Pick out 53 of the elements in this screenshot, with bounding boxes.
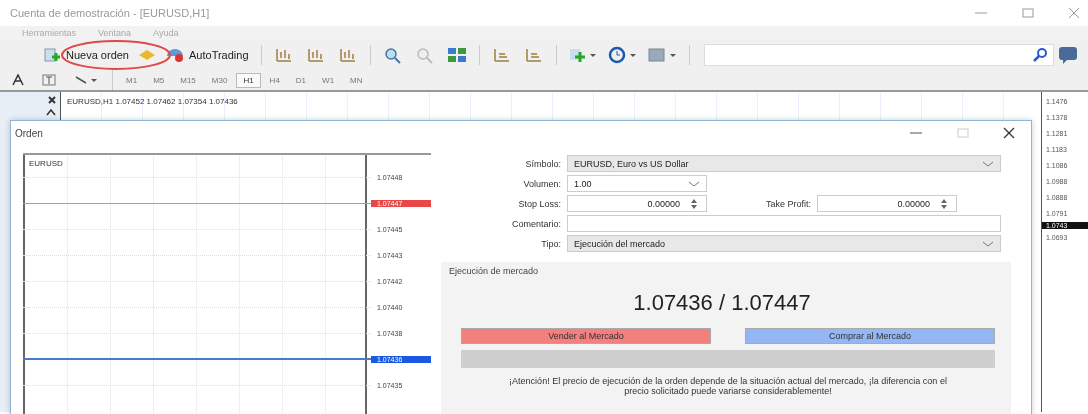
- search-field[interactable]: [703, 44, 1054, 66]
- timeframe-tab[interactable]: W1: [315, 72, 342, 88]
- tile-icon[interactable]: [445, 46, 468, 64]
- dialog-title: Orden: [15, 127, 43, 139]
- diamond-icon[interactable]: [137, 47, 157, 63]
- clock-icon[interactable]: [607, 46, 638, 64]
- search-icon[interactable]: [1033, 48, 1047, 62]
- timeframe-tab[interactable]: M30: [204, 72, 235, 88]
- timeframe-tab[interactable]: M15: [173, 72, 203, 88]
- field-label: Tipo:: [540, 238, 561, 249]
- plus-icon: [44, 47, 62, 63]
- price-quote: 1.07436 / 1.07447: [633, 290, 811, 316]
- timeframe-tab[interactable]: H1: [236, 72, 261, 88]
- chevron-down-icon: [688, 179, 700, 188]
- type-dropdown[interactable]: Ejecución del mercado: [567, 235, 1001, 252]
- field-label: Take Profit:: [764, 198, 812, 209]
- timeframe-tab[interactable]: D1: [288, 72, 314, 88]
- close-icon[interactable]: [48, 96, 56, 104]
- symbol-dropdown[interactable]: EURUSD, Euro vs US Dollar: [567, 155, 1001, 172]
- field-label: Stop Loss:: [517, 198, 561, 209]
- stop-loss-field[interactable]: 0.00000: [567, 195, 707, 212]
- chevron-down-icon: [982, 159, 994, 168]
- maximize-icon: [957, 128, 969, 138]
- comment-field[interactable]: [567, 215, 1001, 232]
- chat-icon[interactable]: [1058, 46, 1078, 64]
- chart-header: EURUSD,H1 1.07452 1.07462 1.07354 1.07436: [67, 97, 238, 106]
- section-title: Ejecución de mercado: [449, 266, 539, 276]
- label-tool-icon[interactable]: [42, 74, 56, 86]
- window-title: Cuenta de demostración - [EURUSD,H1]: [10, 7, 210, 19]
- autotrading-button[interactable]: AutoTrading: [161, 45, 253, 65]
- volume-dropdown[interactable]: 1.00: [567, 175, 707, 192]
- add-icon[interactable]: [567, 46, 598, 64]
- sell-button[interactable]: Vender al Mercado: [461, 328, 711, 344]
- template-icon[interactable]: [647, 46, 678, 64]
- field-label: Comentario:: [510, 218, 561, 229]
- buy-button[interactable]: Comprar al Mercado: [745, 328, 995, 344]
- close-icon[interactable]: [1003, 127, 1015, 139]
- maximize-icon[interactable]: [1022, 8, 1034, 18]
- timeframe-tab[interactable]: M1: [119, 72, 145, 88]
- field-label: Volumen:: [522, 178, 561, 189]
- arrows-tool-icon[interactable]: [74, 74, 98, 86]
- new-order-button[interactable]: Nueva orden: [40, 45, 133, 65]
- warning-text: ¡Atención! El precio de ejecución de la orden depende de la situación actual del mercado, ¡la diferencia con el precio solicitado puede variarse considerablemente!: [508, 376, 948, 396]
- chevron-down-icon: [982, 239, 994, 248]
- robot-icon: [165, 47, 185, 63]
- timeframe-tab[interactable]: MN: [343, 72, 370, 88]
- timeframe-tab[interactable]: H4: [262, 72, 287, 88]
- timeframe-tab[interactable]: M5: [146, 72, 172, 88]
- chevron-up-icon[interactable]: [46, 108, 56, 116]
- chart-symbol: EURUSD: [29, 159, 63, 168]
- field-label: Símbolo:: [524, 158, 561, 169]
- take-profit-field[interactable]: 0.00000: [817, 195, 957, 212]
- text-tool-icon[interactable]: [12, 74, 24, 86]
